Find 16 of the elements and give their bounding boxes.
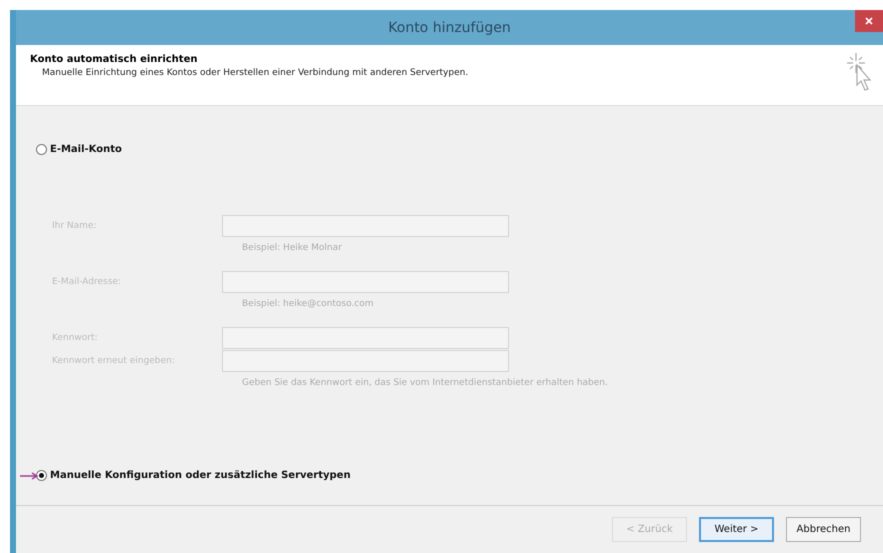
radio-label[interactable]: E-Mail-Konto (50, 144, 122, 155)
radio-button[interactable] (36, 144, 47, 155)
window-title: Konto hinzufügen (388, 20, 511, 36)
dialog-button[interactable]: Abbrechen (786, 517, 861, 542)
header-subtitle: Manuelle Einrichtung eines Kontos oder Herstellen einer Verbindung mit anderen Servertypen. (42, 68, 468, 78)
header-title: Konto automatisch einrichten (30, 54, 198, 65)
cursor-sparkle-icon (845, 51, 871, 91)
hint-text: Geben Sie das Kennwort ein, das Sie vom Internetdienstanbieter erhalten haben. (241, 377, 608, 388)
hint-text: Beispiel: heike@contoso.com (241, 298, 375, 311)
radio-button[interactable] (36, 470, 47, 481)
radio-label[interactable]: Manuelle Konfiguration oder zusätzliche Servertypen (50, 470, 351, 481)
close-icon (865, 17, 873, 25)
hint-text: Beispiel: Heike Molnar (241, 242, 343, 255)
pointer-arrow-icon (20, 472, 40, 480)
dialog-button[interactable]: Weiter > (699, 517, 774, 542)
close-button[interactable] (855, 10, 883, 32)
